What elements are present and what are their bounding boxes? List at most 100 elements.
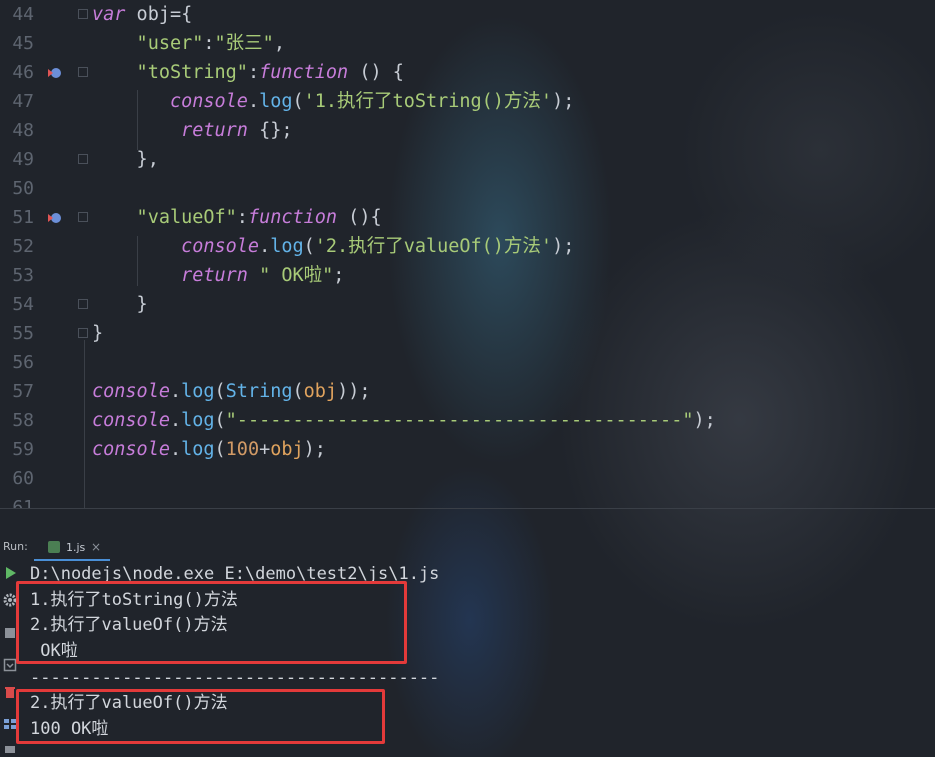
line-number: 44 — [12, 4, 34, 25]
code-token: log — [181, 381, 215, 402]
code-line[interactable]: 56 — [0, 348, 935, 377]
fold-marker-icon[interactable] — [78, 212, 88, 222]
code-token: obj — [303, 381, 338, 402]
code-line[interactable]: 58 console.log("-------------------------… — [0, 406, 935, 435]
code-token: ( — [292, 91, 304, 112]
code-line[interactable]: 51 "valueOf":function (){ — [0, 203, 935, 232]
code-token: obj — [270, 439, 304, 460]
code-line[interactable]: 55} — [0, 319, 935, 348]
code-token: "张三" — [214, 33, 274, 54]
code-token: ); — [693, 410, 716, 431]
line-number: 47 — [12, 91, 34, 112]
code-token: . — [169, 381, 182, 402]
code-token: : — [203, 33, 215, 54]
code-line[interactable]: 44 var obj={ — [0, 0, 935, 29]
fold-marker-icon[interactable] — [78, 9, 88, 19]
gutter-divider — [84, 340, 85, 508]
code-token: console — [92, 410, 170, 431]
code-line[interactable]: 60 — [0, 464, 935, 493]
code-token: "---------------------------------------… — [225, 410, 694, 431]
code-token: . — [169, 410, 182, 431]
code-token: ( — [292, 381, 304, 402]
close-icon[interactable]: × — [91, 540, 101, 554]
code-line[interactable]: 59 console.log(100+obj); — [0, 435, 935, 464]
code-token: (){ — [337, 207, 382, 228]
code-line[interactable]: 61 — [0, 493, 935, 508]
code-token: log — [270, 236, 304, 257]
fold-marker-icon[interactable] — [78, 154, 88, 164]
console-line: ---------------------------------------- — [30, 668, 440, 688]
indent-guide — [137, 90, 138, 150]
fold-marker-icon[interactable] — [78, 299, 88, 309]
code-token: } — [92, 294, 148, 315]
code-text: var obj={ — [92, 0, 192, 29]
settings-icon[interactable] — [3, 593, 17, 607]
code-token: . — [259, 236, 271, 257]
stop-icon[interactable] — [3, 626, 17, 640]
rerun-icon[interactable] — [3, 566, 17, 580]
code-text: }, — [92, 145, 159, 174]
code-text: console.log(100+obj); — [92, 435, 326, 464]
fold-marker-icon[interactable] — [78, 67, 88, 77]
pin-icon[interactable] — [3, 744, 17, 754]
code-token: log — [181, 410, 215, 431]
code-token: log — [259, 91, 293, 112]
code-token: ( — [214, 410, 226, 431]
code-token: "valueOf" — [92, 207, 237, 228]
code-line[interactable]: 54 } — [0, 290, 935, 319]
highlight-box-second-call — [16, 689, 385, 744]
code-line[interactable]: 47 console.log('1.执行了toString()方法'); — [0, 87, 935, 116]
code-line[interactable]: 50 — [0, 174, 935, 203]
code-text: } — [92, 319, 103, 348]
code-token: ); — [552, 91, 575, 112]
line-number: 53 — [12, 265, 34, 286]
trash-icon[interactable] — [3, 685, 17, 699]
line-number: 60 — [12, 468, 34, 489]
line-number: 46 — [12, 62, 34, 83]
code-token: console — [92, 91, 248, 112]
code-line[interactable]: 57 console.log(String(obj)); — [0, 377, 935, 406]
code-token: . — [169, 439, 182, 460]
code-text: "toString":function () { — [92, 58, 404, 87]
code-line[interactable]: 52 console.log('2.执行了valueOf()方法'); — [0, 232, 935, 261]
code-token: "toString" — [92, 62, 248, 83]
indent-guide — [137, 236, 138, 286]
override-method-icon[interactable] — [47, 65, 63, 81]
line-number: 49 — [12, 149, 34, 170]
run-label: Run: — [3, 540, 28, 553]
code-text: "valueOf":function (){ — [92, 203, 382, 232]
code-line[interactable]: 46 "toString":function () { — [0, 58, 935, 87]
code-token: {}; — [247, 120, 293, 141]
code-line[interactable]: 49 }, — [0, 145, 935, 174]
code-token: ( — [214, 439, 226, 460]
code-token: function — [247, 207, 338, 228]
code-line[interactable]: 53 return " OK啦"; — [0, 261, 935, 290]
code-token: obj — [125, 4, 170, 25]
code-token: : — [247, 62, 260, 83]
fold-marker-icon[interactable] — [78, 328, 88, 338]
override-method-icon[interactable] — [47, 210, 63, 226]
code-line[interactable]: 48 return {}; — [0, 116, 935, 145]
code-text: console.log(String(obj)); — [92, 377, 370, 406]
code-text: console.log('1.执行了toString()方法'); — [92, 87, 574, 116]
layout-grid-icon[interactable] — [3, 717, 17, 731]
code-token: ={ — [169, 4, 193, 25]
code-token: String — [225, 381, 293, 402]
run-tab-1js[interactable]: 1.js × — [34, 537, 110, 561]
code-token: 100 — [225, 439, 260, 460]
run-tab-label: 1.js — [66, 541, 86, 554]
code-token: } — [92, 323, 104, 344]
code-line[interactable]: 45 "user":"张三", — [0, 29, 935, 58]
highlight-box-first-call — [16, 581, 407, 664]
code-token: '2.执行了valueOf()方法' — [314, 236, 553, 257]
code-token: '1.执行了toString()方法' — [303, 91, 553, 112]
code-token: ; — [333, 265, 345, 286]
js-file-icon — [48, 541, 60, 553]
code-token: return — [92, 265, 248, 286]
code-editor[interactable]: 44 var obj={45 "user":"张三", 46 "toString":… — [0, 0, 935, 508]
code-text: console.log("---------------------------… — [92, 406, 716, 435]
code-token: log — [181, 439, 215, 460]
line-number: 45 — [12, 33, 34, 54]
restore-layout-icon[interactable] — [3, 658, 17, 672]
code-token: () { — [348, 62, 404, 83]
